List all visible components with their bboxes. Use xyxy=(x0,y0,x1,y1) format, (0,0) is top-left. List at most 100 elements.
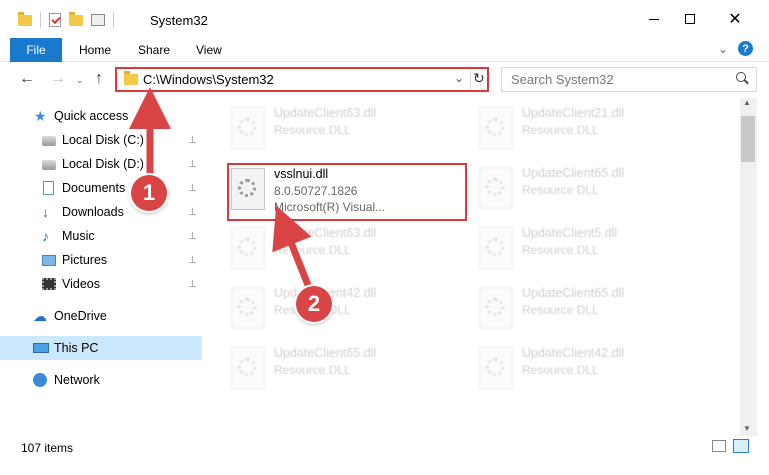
sidebar-item-pictures[interactable]: Pictures ⊥ xyxy=(0,248,202,272)
tab-view[interactable]: View xyxy=(196,43,222,57)
music-icon: ♪ xyxy=(42,228,49,244)
computer-icon xyxy=(33,343,49,353)
customize-toolbar-icon[interactable] xyxy=(91,14,105,26)
dll-file-icon xyxy=(479,167,513,209)
sidebar-item-this-pc[interactable]: This PC xyxy=(0,336,202,360)
file-type: Resource DLL xyxy=(274,243,351,257)
navigation-pane: ★ Quick access Local Disk (C:) ⊥ Local D… xyxy=(0,98,205,436)
sidebar-item-local-disk-c[interactable]: Local Disk (C:) ⊥ xyxy=(0,128,202,152)
minimize-icon xyxy=(649,18,659,20)
pin-icon[interactable]: ⊥ xyxy=(188,279,197,290)
dll-file-icon xyxy=(479,347,513,389)
toolbar-divider xyxy=(40,12,41,28)
sidebar-item-onedrive[interactable]: ☁ OneDrive xyxy=(0,304,202,328)
properties-check-icon[interactable] xyxy=(49,13,61,27)
forward-button[interactable]: → xyxy=(50,70,66,88)
details-view-icon[interactable] xyxy=(712,440,726,452)
file-item[interactable]: UpdateClient21.dll Resource DLL xyxy=(477,104,712,152)
file-type: Resource DLL xyxy=(274,363,351,377)
sidebar-item-label: Downloads xyxy=(62,205,124,219)
sidebar-item-quick-access[interactable]: ★ Quick access xyxy=(0,104,202,128)
dll-file-icon xyxy=(231,107,265,149)
expand-ribbon-icon[interactable]: ⌄ xyxy=(718,42,728,56)
gear-icon xyxy=(486,238,504,256)
videos-icon xyxy=(42,278,56,290)
file-item[interactable]: UpdateClient5.dll Resource DLL xyxy=(477,224,712,272)
sidebar-item-label: Local Disk (C:) xyxy=(62,133,144,147)
address-path[interactable]: C:\Windows\System32 xyxy=(143,72,274,87)
file-item[interactable]: UpdateClient65.dll Resource DLL xyxy=(477,164,712,212)
file-item[interactable]: UpdateClient63.dll Resource DLL xyxy=(229,104,464,152)
sidebar-item-videos[interactable]: Videos ⊥ xyxy=(0,272,202,296)
disk-icon xyxy=(42,160,56,170)
address-dropdown-icon[interactable]: ⌄ xyxy=(454,71,464,85)
pin-icon[interactable]: ⊥ xyxy=(188,183,197,194)
file-name: UpdateClient65.dll xyxy=(522,166,625,180)
up-button[interactable]: ↑ xyxy=(95,70,103,88)
sidebar-item-label: Videos xyxy=(62,277,100,291)
file-type: Resource DLL xyxy=(274,123,351,137)
vertical-scrollbar[interactable]: ▲ ▼ xyxy=(740,98,757,436)
toolbar-divider xyxy=(113,12,114,28)
gear-icon xyxy=(486,118,504,136)
file-item[interactable]: UpdateClient65.dll Resource DLL xyxy=(477,284,712,332)
pin-icon[interactable]: ⊥ xyxy=(188,255,197,266)
gear-icon xyxy=(238,118,256,136)
help-icon[interactable]: ? xyxy=(738,41,753,56)
address-bar[interactable]: C:\Windows\System32 ⌄ ↻ xyxy=(115,67,489,92)
sidebar-item-label: Local Disk (D:) xyxy=(62,157,144,171)
new-folder-icon[interactable] xyxy=(69,11,83,26)
back-button[interactable]: ← xyxy=(19,70,35,88)
refresh-icon[interactable]: ↻ xyxy=(473,70,485,87)
pin-icon[interactable]: ⊥ xyxy=(188,231,197,242)
tab-file[interactable]: File xyxy=(10,38,62,62)
address-divider xyxy=(470,69,471,90)
file-list: UpdateClient63.dll Resource DLL UpdateCl… xyxy=(205,98,740,436)
file-item[interactable]: UpdateClient42.dll Resource DLL xyxy=(229,284,464,332)
sidebar-item-label: Network xyxy=(54,373,100,387)
file-item[interactable]: UpdateClient63.dll Resource DLL xyxy=(229,224,464,272)
maximize-icon xyxy=(685,14,695,24)
sidebar-item-network[interactable]: Network xyxy=(0,368,202,392)
folder-icon xyxy=(124,71,138,85)
file-item[interactable]: UpdateClient65.dll Resource DLL xyxy=(229,344,464,392)
folder-icon[interactable] xyxy=(18,11,32,26)
close-button[interactable]: ✕ xyxy=(712,0,758,38)
step-2-badge: 2 xyxy=(296,286,332,322)
highlight-frame xyxy=(227,163,467,221)
recent-locations-icon[interactable]: ⌄ xyxy=(76,75,84,86)
sidebar-item-label: Documents xyxy=(62,181,126,195)
navigation-bar: ← → ⌄ ↑ C:\Windows\System32 ⌄ ↻ Search S… xyxy=(0,62,769,98)
sidebar-item-label: This PC xyxy=(54,341,99,355)
gear-icon xyxy=(486,178,504,196)
tab-home[interactable]: Home xyxy=(79,43,111,57)
file-name: UpdateClient63.dll xyxy=(274,226,377,240)
gear-icon xyxy=(238,298,256,316)
file-name: UpdateClient65.dll xyxy=(522,286,625,300)
dll-file-icon xyxy=(231,347,265,389)
disk-icon xyxy=(42,136,56,146)
pin-icon[interactable]: ⊥ xyxy=(188,135,197,146)
file-item[interactable]: UpdateClient42.dll Resource DLL xyxy=(477,344,712,392)
sidebar-item-documents[interactable]: Documents ⊥ xyxy=(0,176,202,200)
pin-icon[interactable]: ⊥ xyxy=(188,207,197,218)
search-input[interactable]: Search System32 xyxy=(501,67,757,92)
scroll-up-icon[interactable]: ▲ xyxy=(743,98,751,107)
scroll-down-icon[interactable]: ▼ xyxy=(743,424,751,433)
tiles-view-icon[interactable] xyxy=(733,439,749,453)
scroll-thumb[interactable] xyxy=(741,116,755,162)
pin-icon[interactable]: ⊥ xyxy=(188,159,197,170)
sidebar-item-downloads[interactable]: ↓ Downloads ⊥ xyxy=(0,200,202,224)
maximize-button[interactable] xyxy=(667,0,713,38)
dll-file-icon xyxy=(231,287,265,329)
file-name: UpdateClient21.dll xyxy=(522,106,625,120)
ribbon-tabs: File Home Share View ⌄ ? xyxy=(0,38,769,62)
sidebar-item-local-disk-d[interactable]: Local Disk (D:) ⊥ xyxy=(0,152,202,176)
tab-share[interactable]: Share xyxy=(138,43,170,57)
search-icon[interactable] xyxy=(736,72,749,85)
file-name: UpdateClient42.dll xyxy=(522,346,625,360)
window-title: System32 xyxy=(150,13,208,28)
sidebar-item-label: Quick access xyxy=(54,109,129,123)
sidebar-item-music[interactable]: ♪ Music ⊥ xyxy=(0,224,202,248)
file-type: Resource DLL xyxy=(522,303,599,317)
